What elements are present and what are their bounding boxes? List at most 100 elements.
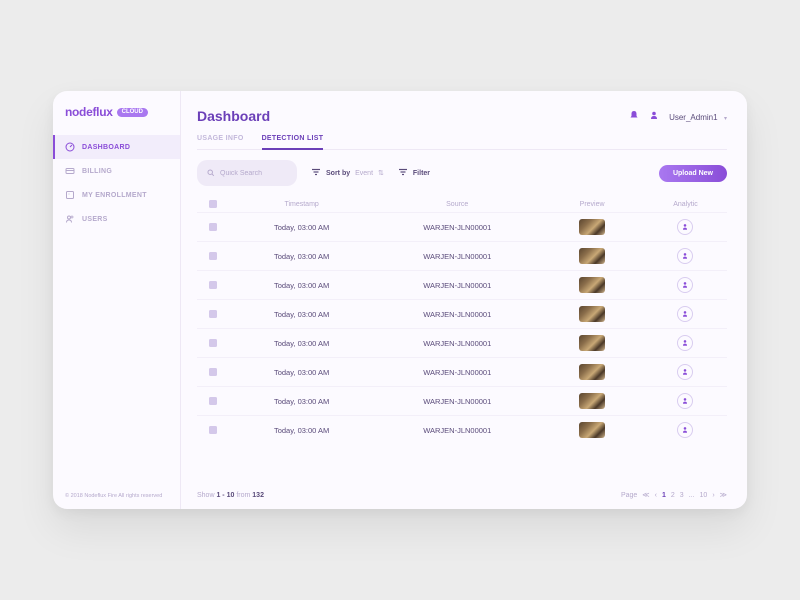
select-all-checkbox[interactable] xyxy=(209,200,217,208)
cell-timestamp: Today, 03:00 AM xyxy=(229,368,374,377)
tab-detection-list[interactable]: DETECTION LIST xyxy=(262,135,324,150)
sort-control[interactable]: Sort by Event ⇅ xyxy=(311,168,384,178)
filter-label: Filter xyxy=(413,170,430,177)
sidebar: nodeflux CLOUD DASHBOARD BILLING MY ENRO… xyxy=(53,91,181,509)
header: Dashboard User_Admin1 ▾ xyxy=(197,107,727,125)
analytic-button[interactable] xyxy=(677,364,693,380)
col-timestamp: Timestamp xyxy=(229,201,374,208)
nav: DASHBOARD BILLING MY ENROLLMENT USERS xyxy=(53,135,180,493)
billing-icon xyxy=(65,166,75,176)
table-row[interactable]: Today, 03:00 AMWARJEN-JLN00001 xyxy=(197,270,727,299)
tabs: USAGE INFO DETECTION LIST xyxy=(197,135,727,150)
filter-control[interactable]: Filter xyxy=(398,168,430,178)
cell-analytic xyxy=(644,277,727,293)
cell-analytic xyxy=(644,364,727,380)
page-10[interactable]: 10 xyxy=(700,492,708,499)
row-checkbox[interactable] xyxy=(209,223,217,231)
page-1[interactable]: 1 xyxy=(662,492,666,499)
analytic-button[interactable] xyxy=(677,393,693,409)
dashboard-icon xyxy=(65,142,75,152)
page-2[interactable]: 2 xyxy=(671,492,675,499)
preview-thumbnail[interactable] xyxy=(579,277,605,293)
col-preview: Preview xyxy=(540,201,644,208)
row-checkbox[interactable] xyxy=(209,426,217,434)
page-prev[interactable]: ‹ xyxy=(655,492,657,499)
analytic-button[interactable] xyxy=(677,306,693,322)
user-menu[interactable]: User_Admin1 ▾ xyxy=(669,107,727,125)
cell-preview xyxy=(540,306,644,322)
page-last[interactable]: ≫ xyxy=(720,491,727,499)
sidebar-item-label: DASHBOARD xyxy=(82,144,130,151)
col-source: Source xyxy=(374,201,540,208)
notifications-icon[interactable] xyxy=(629,107,639,125)
table-row[interactable]: Today, 03:00 AMWARJEN-JLN00001 xyxy=(197,299,727,328)
header-actions: User_Admin1 ▾ xyxy=(629,107,727,125)
tab-usage-info[interactable]: USAGE INFO xyxy=(197,135,244,149)
search-input[interactable] xyxy=(220,170,287,177)
sidebar-item-dashboard[interactable]: DASHBOARD xyxy=(53,135,180,159)
table-row[interactable]: Today, 03:00 AMWARJEN-JLN00001 xyxy=(197,386,727,415)
table-row[interactable]: Today, 03:00 AMWARJEN-JLN00001 xyxy=(197,328,727,357)
col-analytic: Analytic xyxy=(644,201,727,208)
search-box[interactable] xyxy=(197,160,297,186)
sidebar-item-enrollment[interactable]: MY ENROLLMENT xyxy=(53,183,180,207)
row-checkbox[interactable] xyxy=(209,397,217,405)
cell-analytic xyxy=(644,248,727,264)
row-checkbox[interactable] xyxy=(209,368,217,376)
cell-timestamp: Today, 03:00 AM xyxy=(229,339,374,348)
username-label: User_Admin1 xyxy=(669,113,717,122)
preview-thumbnail[interactable] xyxy=(579,393,605,409)
cell-source: WARJEN-JLN00001 xyxy=(374,281,540,290)
preview-thumbnail[interactable] xyxy=(579,248,605,264)
sidebar-item-label: BILLING xyxy=(82,168,112,175)
cell-analytic xyxy=(644,393,727,409)
sidebar-item-users[interactable]: USERS xyxy=(53,207,180,231)
preview-thumbnail[interactable] xyxy=(579,219,605,235)
brand-badge: CLOUD xyxy=(117,108,148,117)
cell-timestamp: Today, 03:00 AM xyxy=(229,426,374,435)
analytic-button[interactable] xyxy=(677,422,693,438)
cell-source: WARJEN-JLN00001 xyxy=(374,223,540,232)
cell-source: WARJEN-JLN00001 xyxy=(374,339,540,348)
preview-thumbnail[interactable] xyxy=(579,364,605,380)
preview-thumbnail[interactable] xyxy=(579,306,605,322)
preview-thumbnail[interactable] xyxy=(579,422,605,438)
table-row[interactable]: Today, 03:00 AMWARJEN-JLN00001 xyxy=(197,212,727,241)
sort-value: Event xyxy=(355,170,373,177)
table-footer: Show 1 - 10 from 132 Page ≪ ‹ 1 2 3 ... … xyxy=(197,483,727,499)
analytic-button[interactable] xyxy=(677,335,693,351)
analytic-button[interactable] xyxy=(677,277,693,293)
page-title: Dashboard xyxy=(197,108,270,124)
table-row[interactable]: Today, 03:00 AMWARJEN-JLN00001 xyxy=(197,241,727,270)
sidebar-item-billing[interactable]: BILLING xyxy=(53,159,180,183)
cell-source: WARJEN-JLN00001 xyxy=(374,397,540,406)
brand-name: nodeflux xyxy=(65,105,113,119)
cell-analytic xyxy=(644,306,727,322)
analytic-button[interactable] xyxy=(677,248,693,264)
row-checkbox[interactable] xyxy=(209,281,217,289)
sort-label: Sort by xyxy=(326,170,350,177)
search-icon xyxy=(207,164,215,182)
row-checkbox[interactable] xyxy=(209,252,217,260)
table-row[interactable]: Today, 03:00 AMWARJEN-JLN00001 xyxy=(197,357,727,386)
cell-timestamp: Today, 03:00 AM xyxy=(229,310,374,319)
row-checkbox[interactable] xyxy=(209,339,217,347)
preview-thumbnail[interactable] xyxy=(579,335,605,351)
analytic-button[interactable] xyxy=(677,219,693,235)
table-header: Timestamp Source Preview Analytic xyxy=(197,196,727,212)
cell-source: WARJEN-JLN00001 xyxy=(374,426,540,435)
main-content: Dashboard User_Admin1 ▾ USAGE INFO DETEC… xyxy=(181,91,747,509)
cell-source: WARJEN-JLN00001 xyxy=(374,310,540,319)
page-first[interactable]: ≪ xyxy=(642,491,649,499)
page-3[interactable]: 3 xyxy=(680,492,684,499)
row-checkbox[interactable] xyxy=(209,310,217,318)
logo: nodeflux CLOUD xyxy=(53,105,180,135)
enrollment-icon xyxy=(65,190,75,200)
cell-preview xyxy=(540,393,644,409)
cell-analytic xyxy=(644,422,727,438)
table-row[interactable]: Today, 03:00 AMWARJEN-JLN00001 xyxy=(197,415,727,444)
cell-timestamp: Today, 03:00 AM xyxy=(229,281,374,290)
page-next[interactable]: › xyxy=(712,492,714,499)
upload-button[interactable]: Upload New xyxy=(659,165,727,182)
table-body: Today, 03:00 AMWARJEN-JLN00001Today, 03:… xyxy=(197,212,727,444)
